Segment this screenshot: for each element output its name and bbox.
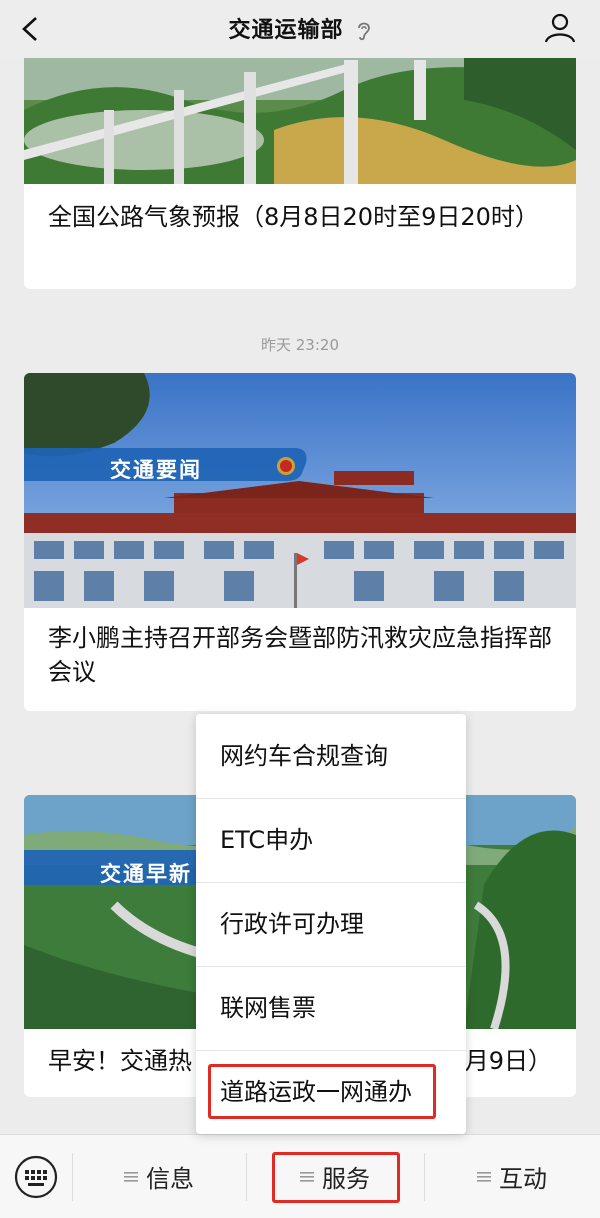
menu-item-etc-apply[interactable]: ETC申办 — [196, 798, 466, 882]
message-timestamp: 昨天 23:20 — [261, 336, 339, 354]
menu-item-online-ticketing[interactable]: 联网售票 — [196, 966, 466, 1050]
highway-bridge-image — [24, 40, 576, 184]
person-icon[interactable] — [542, 10, 578, 46]
tab-interact[interactable]: 互动 — [424, 1135, 600, 1218]
highlight-box-menu-item — [208, 1064, 436, 1119]
ear-icon — [357, 22, 370, 41]
menu-item-admin-license[interactable]: 行政许可办理 — [196, 882, 466, 966]
article-card-2[interactable]: 交通要闻 李小鹏主持召开部务会暨部防汛救灾应急指挥部会议 — [24, 373, 576, 711]
ministry-building-image — [24, 373, 576, 608]
menu-lines-icon — [124, 1171, 138, 1182]
article-title-2: 李小鹏主持召开部务会暨部防汛救灾应急指挥部会议 — [48, 624, 552, 686]
menu-item-ride-hailing-check[interactable]: 网约车合规查询 — [196, 714, 466, 798]
image-banner-label: 交通要闻 — [110, 458, 202, 482]
top-nav-bar: 交通运输部 — [0, 0, 600, 58]
image-banner-label: 交通早新 — [100, 862, 192, 886]
tab-label: 互动 — [499, 1165, 547, 1193]
page-title-text: 交通运输部 — [228, 18, 344, 43]
keyboard-icon[interactable] — [14, 1155, 58, 1199]
article-title-1: 全国公路气象预报（8月8日20时至9日20时） — [48, 203, 539, 231]
national-emblem-icon — [277, 457, 295, 475]
highlight-box-service-tab — [272, 1152, 400, 1203]
tab-info[interactable]: 信息 — [72, 1135, 246, 1218]
tab-label: 信息 — [146, 1165, 194, 1193]
article-title-3-right: 月9日） — [464, 1047, 552, 1075]
page-title: 交通运输部 — [0, 12, 600, 44]
article-card-1[interactable]: 全国公路气象预报（8月8日20时至9日20时） — [24, 40, 576, 289]
menu-lines-icon — [477, 1171, 491, 1182]
